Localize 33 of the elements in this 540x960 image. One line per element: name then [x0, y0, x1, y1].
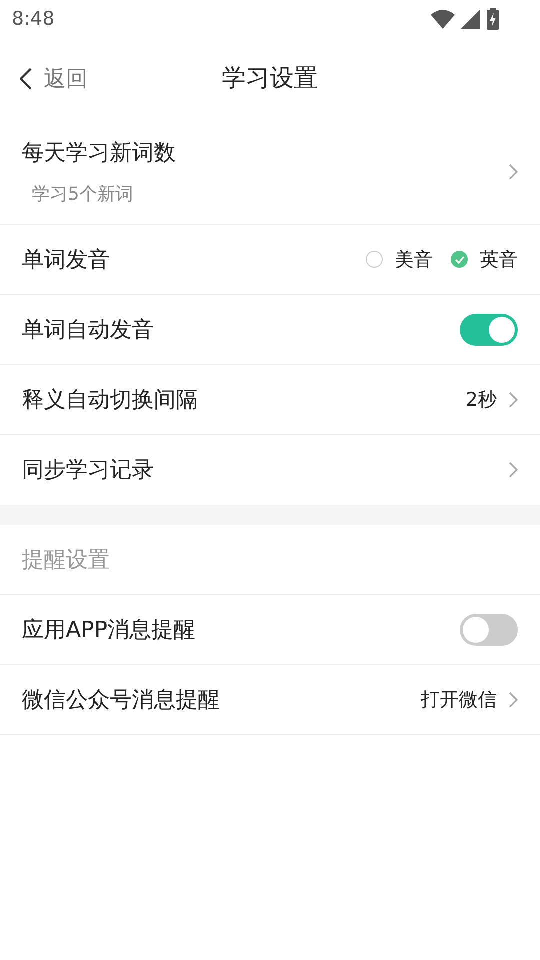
setting-label: 同步学习记录: [22, 457, 154, 485]
chevron-right-icon: [509, 692, 518, 708]
status-time: 8:48: [12, 8, 55, 30]
radio-option[interactable]: 美音: [366, 246, 433, 272]
chevron-right-icon: [509, 462, 518, 478]
back-button[interactable]: 返回: [16, 60, 92, 98]
page-title: 学习设置: [222, 63, 318, 94]
signal-icon: [461, 10, 480, 28]
setting-value: 2秒: [466, 388, 497, 412]
setting-row[interactable]: 释义自动切换间隔 2秒: [0, 365, 540, 435]
radio-option[interactable]: 英音: [451, 246, 518, 272]
chevron-left-icon: [20, 68, 32, 90]
battery-icon: [486, 8, 500, 30]
chevron-right-icon: [509, 392, 518, 408]
wifi-icon: [431, 9, 455, 29]
toggle-switch[interactable]: [460, 314, 518, 346]
check-icon: [454, 256, 464, 264]
setting-label: 应用APP消息提醒: [22, 616, 196, 644]
chevron-right-icon: [509, 164, 518, 180]
setting-row[interactable]: 微信公众号消息提醒 打开微信: [0, 665, 540, 735]
setting-row[interactable]: 同步学习记录: [0, 435, 540, 505]
setting-label: 单词发音: [22, 246, 110, 274]
setting-label: 每天学习新词数: [22, 140, 176, 168]
setting-label: 微信公众号消息提醒: [22, 686, 220, 714]
section-header: 提醒设置: [22, 546, 110, 574]
radio-button[interactable]: [366, 251, 383, 268]
setting-label: 单词自动发音: [22, 316, 154, 344]
setting-row[interactable]: 每天学习新词数 学习5个新词: [0, 120, 540, 225]
radio-button[interactable]: [451, 251, 468, 268]
setting-label: 释义自动切换间隔: [22, 386, 198, 414]
toggle-switch[interactable]: [460, 614, 518, 646]
setting-value: 打开微信: [421, 688, 497, 712]
setting-subtitle: 学习5个新词: [31, 183, 134, 206]
